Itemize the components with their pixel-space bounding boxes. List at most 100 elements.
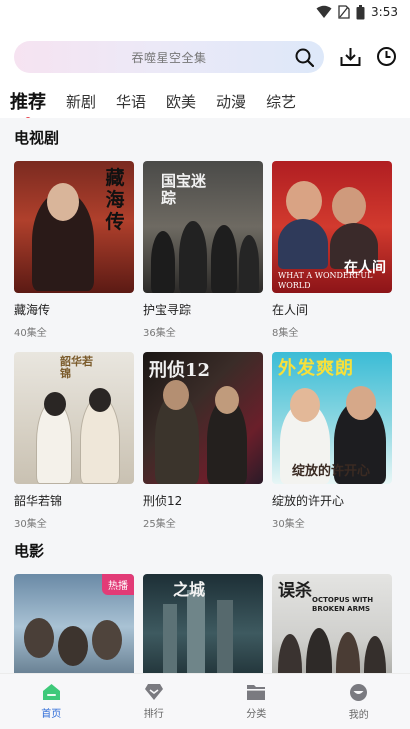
search-icon[interactable]	[295, 48, 314, 67]
search-input[interactable]: 吞噬星空全集	[14, 41, 324, 73]
battery-icon	[356, 4, 365, 19]
tab-chinese[interactable]: 华语	[116, 91, 146, 112]
nav-label: 排行	[143, 709, 164, 720]
poster-face	[215, 386, 239, 414]
poster-figure	[211, 225, 237, 293]
status-time: 3:53	[371, 5, 398, 19]
poster-face	[47, 183, 79, 221]
poster-building	[187, 590, 205, 673]
poster-image: 刑侦12	[143, 352, 263, 484]
movie-grid: 热播 之城 误杀 OCTOPUS WITH BROKEN ARMS	[14, 574, 392, 673]
poster-subtitle: WHAT A WONDERFUL WORLD	[278, 271, 373, 290]
media-card[interactable]: 藏海传 藏海传 40集全	[14, 161, 134, 339]
hot-badge: 热播	[102, 574, 134, 595]
media-title: 刑侦12	[143, 494, 183, 508]
poster-title: 藏海传	[105, 167, 125, 233]
poster-image: 国宝迷踪	[143, 161, 263, 293]
poster-face	[290, 388, 320, 422]
media-card[interactable]: 国宝迷踪 护宝寻踪 36集全	[143, 161, 263, 339]
episode-count: 40集全	[14, 328, 47, 339]
poster-building	[217, 600, 233, 673]
tab-label: 推荐	[10, 92, 46, 113]
nav-label: 我的	[348, 709, 369, 721]
poster-figure	[336, 632, 360, 673]
section-title-tv: 电视剧	[14, 129, 60, 147]
tab-label: 欧美	[166, 92, 197, 111]
poster-figure	[364, 636, 386, 673]
nav-home[interactable]: 首页	[0, 674, 103, 729]
poster-face	[346, 386, 376, 420]
tab-new[interactable]: 新剧	[66, 91, 96, 112]
tab-recommend[interactable]: 推荐	[10, 88, 46, 123]
wifi-icon	[316, 5, 332, 18]
poster-title: 韶华若锦	[60, 355, 93, 380]
poster-figure	[239, 235, 259, 293]
tab-western[interactable]: 欧美	[166, 91, 196, 112]
poster-subtitle: 绽放的许开心	[292, 464, 371, 479]
episode-count: 30集全	[272, 519, 305, 530]
poster-image: 之城	[143, 574, 263, 673]
nav-label: 分类	[246, 709, 267, 720]
media-card[interactable]: 刑侦12 刑侦12 25集全	[143, 352, 263, 530]
poster-hair	[44, 392, 66, 416]
poster-image: 热播	[14, 574, 134, 673]
nav-ranking[interactable]: 排行	[103, 674, 206, 729]
poster-figure	[151, 231, 175, 293]
poster-building	[163, 604, 177, 673]
media-card[interactable]: 在人间 WHAT A WONDERFUL WORLD 在人间 8集全	[272, 161, 392, 339]
poster-face	[286, 181, 322, 221]
tab-anime[interactable]: 动漫	[216, 91, 246, 112]
bottom-nav: 首页 排行 分类 我的	[0, 673, 410, 729]
tv-grid: 藏海传 藏海传 40集全 国宝迷踪 护宝寻踪 36集全 在人间 WHAT A W…	[14, 161, 392, 530]
episode-count: 36集全	[143, 328, 176, 339]
media-title: 在人间	[272, 303, 309, 317]
poster-image: 藏海传	[14, 161, 134, 293]
media-card[interactable]: 韶华若锦 韶华若锦 30集全	[14, 352, 134, 530]
episode-count: 30集全	[14, 519, 47, 530]
tab-label: 华语	[116, 92, 147, 111]
tab-label: 动漫	[216, 92, 247, 111]
media-title: 藏海传	[14, 303, 51, 317]
media-card[interactable]: 外发爽朗 绽放的许开心 绽放的许开心 30集全	[272, 352, 392, 530]
poster-figure	[306, 628, 332, 673]
nav-category[interactable]: 分类	[205, 674, 308, 729]
poster-title: 误杀	[278, 581, 312, 601]
section-title-movie: 电影	[14, 542, 45, 560]
media-card[interactable]: 热播	[14, 574, 134, 673]
poster-image: 外发爽朗 绽放的许开心	[272, 352, 392, 484]
poster-title: 国宝迷踪	[161, 172, 207, 207]
download-icon[interactable]	[340, 46, 361, 67]
poster-title: 刑侦12	[149, 360, 211, 381]
status-bar: 3:53	[0, 0, 410, 24]
poster-figure	[278, 219, 328, 269]
content-area[interactable]: 电视剧 藏海传 藏海传 40集全 国宝迷踪 护宝寻踪 36集全 在人间 WHAT…	[0, 118, 410, 673]
tab-label: 综艺	[266, 92, 297, 111]
media-card[interactable]: 误杀 OCTOPUS WITH BROKEN ARMS	[272, 574, 392, 673]
poster-face	[163, 380, 189, 410]
poster-title: 外发爽朗	[278, 358, 354, 379]
poster-face	[332, 187, 366, 225]
nav-label: 首页	[41, 709, 62, 720]
category-tabs: 推荐 新剧 华语 欧美 动漫 综艺	[0, 84, 410, 123]
poster-hair	[89, 388, 111, 412]
tab-variety[interactable]: 综艺	[266, 91, 296, 112]
folder-icon	[247, 685, 266, 700]
home-icon	[42, 684, 60, 700]
sim-icon	[338, 5, 350, 19]
media-title: 韶华若锦	[14, 494, 63, 508]
media-title: 护宝寻踪	[143, 303, 192, 317]
poster-figure	[24, 618, 54, 658]
profile-icon	[350, 683, 368, 701]
history-icon[interactable]	[376, 46, 397, 67]
nav-profile[interactable]: 我的	[308, 674, 410, 729]
tab-label: 新剧	[66, 92, 97, 111]
poster-figure	[92, 620, 122, 660]
poster-figure	[179, 221, 207, 293]
search-placeholder: 吞噬星空全集	[131, 50, 207, 65]
poster-figure	[58, 626, 88, 666]
ranking-icon	[144, 684, 163, 700]
poster-subtitle: OCTOPUS WITH BROKEN ARMS	[312, 596, 374, 613]
poster-image: 误杀 OCTOPUS WITH BROKEN ARMS	[272, 574, 392, 673]
media-card[interactable]: 之城	[143, 574, 263, 673]
poster-image: 韶华若锦	[14, 352, 134, 484]
